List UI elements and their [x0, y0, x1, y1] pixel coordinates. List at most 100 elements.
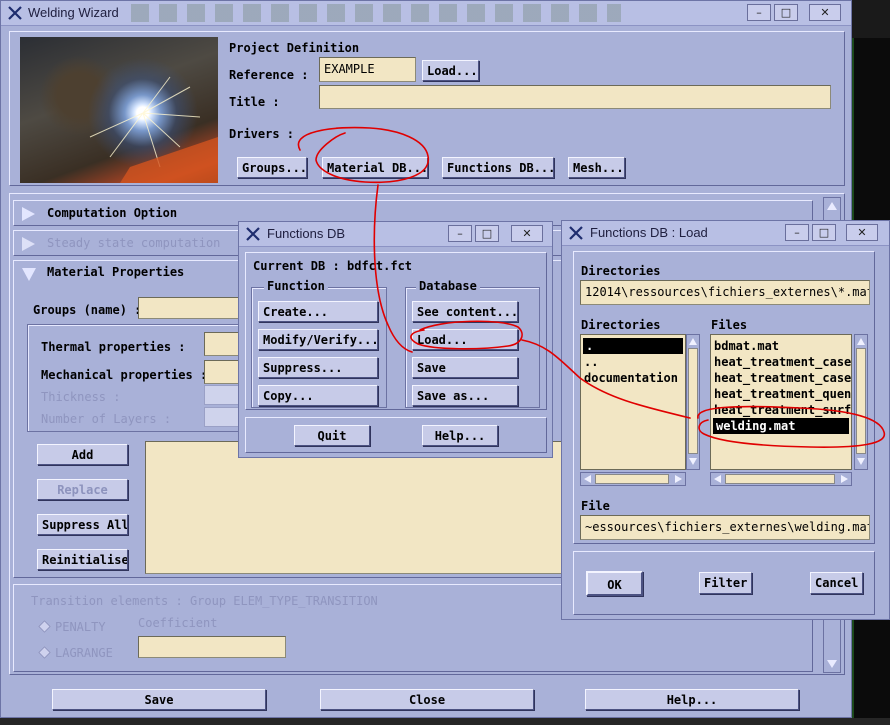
steady-state-label: Steady state computation — [47, 236, 221, 250]
material-db-button[interactable]: Material DB... — [322, 157, 428, 178]
create-button[interactable]: Create... — [258, 301, 378, 322]
groups-button[interactable]: Groups... — [237, 157, 307, 178]
database-group-title: Database — [416, 279, 480, 293]
collapsed-arrow-icon[interactable] — [22, 207, 35, 221]
modify-verify-button[interactable]: Modify/Verify... — [258, 329, 378, 350]
transition-elements-label: Transition elements : Group ELEM_TYPE_TR… — [31, 594, 378, 608]
cancel-button[interactable]: Cancel — [810, 572, 863, 594]
ok-button[interactable]: OK — [586, 571, 643, 596]
dialog-title: Functions DB : Load — [590, 225, 708, 240]
filter-button[interactable]: Filter — [699, 572, 752, 594]
welding-wizard-titlebar[interactable]: Welding Wizard – □ ✕ — [1, 1, 851, 26]
collapsed-arrow-icon[interactable] — [22, 237, 35, 251]
scroll-thumb[interactable] — [688, 348, 698, 454]
x-logo-icon — [8, 6, 22, 20]
functions-db-load-window: Functions DB : Load – □ ✕ Directories 12… — [561, 220, 890, 620]
file-item[interactable]: bdmat.mat — [711, 338, 851, 354]
replace-button[interactable]: Replace — [37, 479, 128, 500]
close-window-button[interactable]: ✕ — [846, 224, 878, 241]
reference-load-button[interactable]: Load... — [422, 60, 479, 81]
help-button[interactable]: Help... — [585, 689, 799, 710]
groups-name-label: Groups (name) : — [33, 303, 142, 317]
file-item-selected[interactable]: welding.mat — [713, 418, 849, 434]
scroll-right-arrow-icon[interactable] — [675, 475, 682, 483]
directory-item[interactable]: documentation — [581, 370, 685, 386]
see-content-button[interactable]: See content... — [412, 301, 518, 322]
minimize-button[interactable]: – — [448, 225, 472, 242]
add-button[interactable]: Add — [37, 444, 128, 465]
project-definition-label: Project Definition — [229, 41, 360, 55]
reference-label: Reference : — [229, 68, 309, 82]
current-db-label: Current DB : — [253, 259, 340, 273]
expanded-arrow-icon[interactable] — [22, 268, 36, 281]
mesh-button[interactable]: Mesh... — [568, 157, 625, 178]
lagrange-label: LAGRANGE — [55, 646, 113, 660]
save-db-button[interactable]: Save — [412, 357, 518, 378]
functions-db-titlebar[interactable]: Functions DB – □ ✕ — [239, 222, 552, 247]
file-field[interactable]: ~essources\fichiers_externes\welding.mat — [580, 515, 870, 540]
scroll-left-arrow-icon[interactable] — [714, 475, 721, 483]
welding-photo — [20, 37, 218, 183]
directories-label: Directories — [581, 318, 661, 332]
save-button[interactable]: Save — [52, 689, 266, 710]
files-label: Files — [711, 318, 748, 332]
title-field[interactable] — [319, 85, 831, 109]
file-item[interactable]: heat_treatment_case — [711, 354, 851, 370]
functions-db-button[interactable]: Functions DB... — [442, 157, 554, 178]
scroll-right-arrow-icon[interactable] — [841, 475, 848, 483]
penalty-label: PENALTY — [55, 620, 106, 634]
scroll-left-arrow-icon[interactable] — [584, 475, 591, 483]
suppress-all-button[interactable]: Suppress All — [37, 514, 128, 535]
functions-db-help-button[interactable]: Help... — [422, 425, 498, 446]
scroll-thumb[interactable] — [595, 474, 669, 484]
scroll-up-arrow-icon[interactable] — [689, 338, 697, 345]
material-list-box[interactable] — [145, 441, 585, 574]
reference-field[interactable]: EXAMPLE — [319, 57, 416, 82]
files-horizontal-scrollbar[interactable] — [710, 472, 852, 486]
suppress-button[interactable]: Suppress... — [258, 357, 378, 378]
scroll-up-arrow-icon[interactable] — [857, 338, 865, 345]
maximize-button[interactable]: □ — [812, 224, 836, 241]
file-item[interactable]: heat_treatment_surf — [711, 402, 851, 418]
directories-horizontal-scrollbar[interactable] — [580, 472, 686, 486]
copy-button[interactable]: Copy... — [258, 385, 378, 406]
background-toolbar — [131, 4, 621, 22]
file-item[interactable]: heat_treatment_case — [711, 370, 851, 386]
file-item[interactable]: heat_treatment_quen — [711, 386, 851, 402]
scroll-down-arrow-icon[interactable] — [857, 458, 865, 465]
scroll-thumb[interactable] — [856, 348, 866, 454]
directory-item[interactable]: .. — [581, 354, 685, 370]
scroll-thumb[interactable] — [725, 474, 835, 484]
maximize-button[interactable]: □ — [475, 225, 499, 242]
minimize-button[interactable]: – — [785, 224, 809, 241]
files-list[interactable]: bdmat.mat heat_treatment_case heat_treat… — [710, 334, 852, 470]
computation-option-label: Computation Option — [47, 206, 178, 220]
number-of-layers-label: Number of Layers : — [41, 412, 172, 426]
files-vertical-scrollbar[interactable] — [854, 334, 868, 470]
scroll-down-arrow-icon[interactable] — [827, 660, 837, 668]
desktop-background-bottom — [0, 718, 890, 725]
title-label: Title : — [229, 95, 280, 109]
close-button[interactable]: Close — [320, 689, 534, 710]
functions-db-footer — [245, 417, 547, 453]
groups-name-field[interactable] — [138, 297, 248, 319]
directory-item[interactable]: . — [583, 338, 683, 354]
load-button[interactable]: Load... — [412, 329, 518, 350]
reinitialise-button[interactable]: Reinitialise — [37, 549, 128, 570]
minimize-button[interactable]: – — [747, 4, 771, 21]
save-as-button[interactable]: Save as... — [412, 385, 518, 406]
directories-list[interactable]: . .. documentation — [580, 334, 686, 470]
close-window-button[interactable]: ✕ — [809, 4, 841, 21]
scroll-down-arrow-icon[interactable] — [689, 458, 697, 465]
scroll-up-arrow-icon[interactable] — [827, 202, 837, 210]
directories-vertical-scrollbar[interactable] — [686, 334, 700, 470]
coefficient-label: Coefficient — [138, 616, 218, 630]
thickness-label: Thickness : — [41, 390, 121, 404]
quit-button[interactable]: Quit — [294, 425, 370, 446]
load-dialog-titlebar[interactable]: Functions DB : Load – □ ✕ — [562, 221, 889, 246]
coefficient-field[interactable] — [138, 636, 286, 658]
maximize-button[interactable]: □ — [774, 4, 798, 21]
close-window-button[interactable]: ✕ — [511, 225, 543, 242]
filter-field[interactable]: 12014\ressources\fichiers_externes\*.mat — [580, 280, 870, 305]
material-properties-label: Material Properties — [47, 265, 185, 279]
